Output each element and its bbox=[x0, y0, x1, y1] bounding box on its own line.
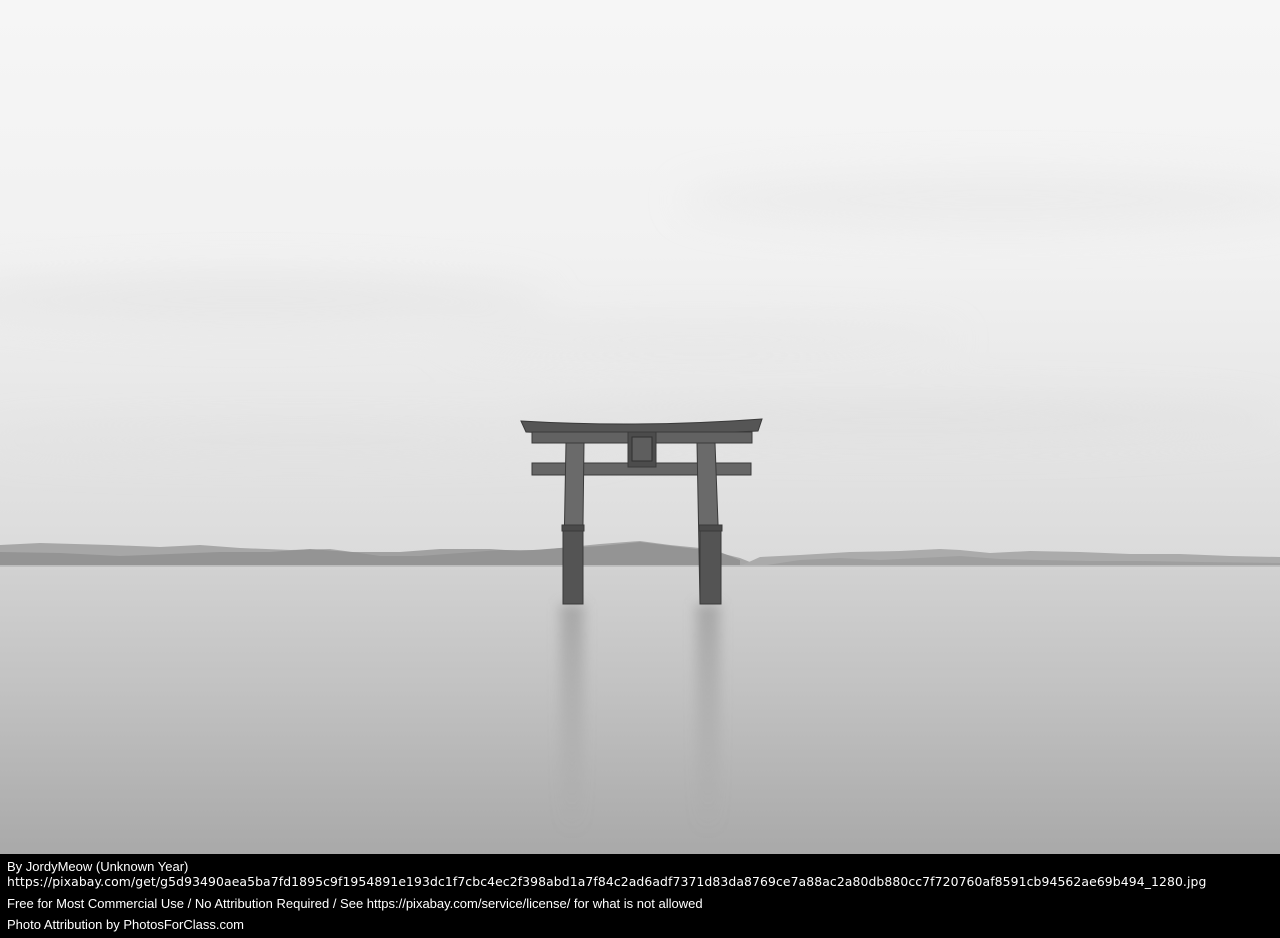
page: By JordyMeow (Unknown Year) https://pixa… bbox=[0, 0, 1280, 938]
attribution-caption: By JordyMeow (Unknown Year) https://pixa… bbox=[0, 854, 1280, 938]
license-text: Free for Most Commercial Use / No Attrib… bbox=[7, 896, 703, 911]
photo bbox=[0, 0, 1280, 854]
author-credit: By JordyMeow (Unknown Year) bbox=[7, 859, 189, 874]
source-url: https://pixabay.com/get/g5d93490aea5ba7f… bbox=[7, 874, 1207, 889]
water bbox=[0, 565, 1280, 854]
photo-attribution: Photo Attribution by PhotosForClass.com bbox=[7, 917, 245, 932]
